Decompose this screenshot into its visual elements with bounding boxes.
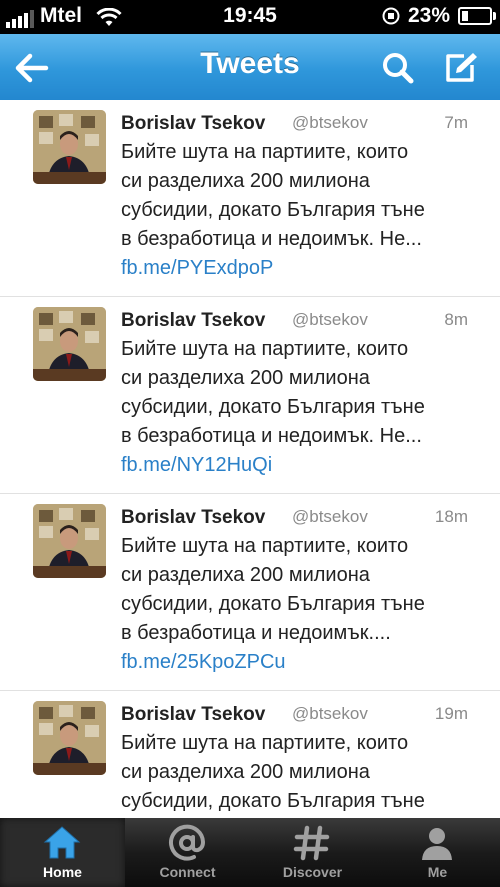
- tweet-timeline[interactable]: Borislav Tsekov @btsekov 7m Бийте шута н…: [0, 100, 500, 818]
- page-title: Tweets: [200, 47, 300, 80]
- tweet-text-line: в безработица и недоимък. Не...: [121, 228, 422, 250]
- orientation-lock-icon: [382, 7, 400, 25]
- avatar-photo: [33, 307, 106, 381]
- tab-label: Connect: [159, 864, 216, 880]
- tweet-link[interactable]: fb.me/PYExdpoP: [121, 254, 471, 283]
- tweet-text-line: субсидии, докато България тъне: [121, 790, 425, 812]
- tweet-text-line: си разделиха 200 милиона: [121, 761, 370, 783]
- home-icon: [43, 826, 81, 859]
- tweet-text: Бийте шута на партиите, които си раздели…: [121, 532, 471, 677]
- tweet-handle: @btsekov: [292, 704, 368, 723]
- tweet-text-line: субсидии, докато България тъне: [121, 396, 425, 418]
- compose-icon[interactable]: [440, 48, 480, 88]
- avatar-photo: [33, 110, 106, 184]
- avatar-photo: [33, 701, 106, 775]
- avatar[interactable]: [33, 110, 106, 184]
- tweet-text: Бийте шута на партиите, които си раздели…: [121, 335, 471, 480]
- tweet-text-line: си разделиха 200 милиона: [121, 367, 370, 389]
- tweet-text-line: в безработица и недоимък....: [121, 622, 391, 644]
- avatar[interactable]: [33, 504, 106, 578]
- tweet-text: Бийте шута на партиите, които си раздели…: [121, 729, 471, 816]
- battery-fill: [462, 11, 468, 21]
- person-icon: [422, 828, 452, 860]
- tweet-author[interactable]: Borislav Tsekov: [121, 310, 265, 332]
- tweet-link[interactable]: fb.me/NY12HuQi: [121, 451, 471, 480]
- tweet-text-line: в безработица и недоимък. Не...: [121, 425, 422, 447]
- tweet-link[interactable]: fb.me/25KpoZPCu: [121, 648, 471, 677]
- tab-label: Home: [43, 864, 82, 880]
- avatar[interactable]: [33, 307, 106, 381]
- tweet-time: 8m: [444, 310, 468, 329]
- tweet-text-line: си разделиха 200 милиона: [121, 564, 370, 586]
- tweet-handle: @btsekov: [292, 507, 368, 526]
- tab-label: Me: [427, 864, 448, 880]
- tab-bar: Home Connect Discover Me: [0, 818, 500, 887]
- tweet-time: 19m: [434, 704, 468, 723]
- tab-me[interactable]: Me: [375, 818, 500, 887]
- tweet-item[interactable]: Borislav Tsekov @btsekov 19m Бийте шута …: [0, 691, 500, 818]
- tweet-item[interactable]: Borislav Tsekov @btsekov 8m Бийте шута н…: [0, 297, 500, 494]
- tweet-author[interactable]: Borislav Tsekov: [121, 507, 265, 529]
- tweet-handle: @btsekov: [292, 310, 368, 329]
- search-icon[interactable]: [378, 48, 418, 88]
- tweet-time: 18m: [434, 507, 468, 526]
- tweet-author[interactable]: Borislav Tsekov: [121, 704, 265, 726]
- tweet-text-line: Бийте шута на партиите, които: [121, 732, 409, 754]
- status-bar: Mtel 19:45 23%: [0, 0, 500, 34]
- tweet-text-line: Бийте шута на партиите, които: [121, 141, 409, 163]
- avatar[interactable]: [33, 701, 106, 775]
- tweet-text-line: Бийте шута на партиите, които: [121, 338, 409, 360]
- tweet-item[interactable]: Borislav Tsekov @btsekov 7m Бийте шута н…: [0, 100, 500, 297]
- tweet-text-line: си разделиха 200 милиона: [121, 170, 370, 192]
- tweet-handle: @btsekov: [292, 113, 368, 132]
- at-sign-icon: [169, 824, 206, 861]
- battery-icon: [458, 7, 496, 25]
- tweet-text-line: субсидии, докато България тъне: [121, 199, 425, 221]
- tab-label: Discover: [282, 864, 343, 880]
- tweet-item[interactable]: Borislav Tsekov @btsekov 18m Бийте шута …: [0, 494, 500, 691]
- tweet-time: 7m: [444, 113, 468, 132]
- hash-icon: [293, 825, 330, 861]
- tab-connect[interactable]: Connect: [125, 818, 250, 887]
- tab-home[interactable]: Home: [0, 818, 125, 887]
- tweet-text-line: субсидии, докато България тъне: [121, 593, 425, 615]
- tab-discover[interactable]: Discover: [250, 818, 375, 887]
- tweet-text: Бийте шута на партиите, които си раздели…: [121, 138, 471, 283]
- avatar-photo: [33, 504, 106, 578]
- battery-percent: 23%: [407, 4, 450, 27]
- navigation-bar: Tweets: [0, 34, 500, 101]
- tweet-author[interactable]: Borislav Tsekov: [121, 113, 265, 135]
- tweet-text-line: Бийте шута на партиите, които: [121, 535, 409, 557]
